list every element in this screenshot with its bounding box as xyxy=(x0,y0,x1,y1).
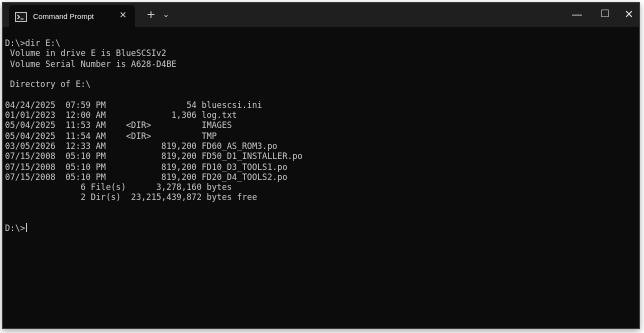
terminal-line: D:\>dir E:\ xyxy=(5,38,61,48)
text-cursor xyxy=(26,223,28,233)
close-window-button[interactable]: ✕ xyxy=(615,5,643,25)
tab-title: Command Prompt xyxy=(33,11,94,21)
terminal-line: Directory of E:\ xyxy=(5,79,91,90)
terminal-output[interactable]: D:\>dir E:\ Volume in drive E is BlueSCS… xyxy=(3,27,639,328)
new-tab-button[interactable]: + xyxy=(143,7,159,23)
terminal-line: 6 File(s) 3,278,160 bytes xyxy=(5,182,232,193)
terminal-icon xyxy=(15,10,27,22)
minimize-button[interactable]: — xyxy=(563,5,591,25)
tab-command-prompt[interactable]: Command Prompt ✕ xyxy=(9,5,135,27)
terminal-line: 03/05/2026 12:33 AM 819,200 FD60_AS_ROM3… xyxy=(5,140,278,151)
close-icon[interactable]: ✕ xyxy=(117,10,129,22)
prompt: D:\> xyxy=(5,223,26,234)
terminal-window: Command Prompt ✕ + ⌄ — ☐ ✕ D:\>dir E:\ V… xyxy=(2,2,640,329)
terminal-line: 05/04/2025 11:53 AM <DIR> IMAGES xyxy=(5,120,232,131)
terminal-line: 04/24/2025 07:59 PM 54 bluescsi.ini xyxy=(5,99,263,110)
terminal-line: 01/01/2023 12:00 AM 1,306 log.txt xyxy=(5,110,237,121)
terminal-line: Volume in drive E is BlueSCSIv2 xyxy=(5,48,167,59)
terminal-line: 07/15/2008 05:10 PM 819,200 FD10_D3_TOOL… xyxy=(5,161,288,172)
chevron-down-icon[interactable]: ⌄ xyxy=(158,7,174,23)
terminal-line: 07/15/2008 05:10 PM 819,200 FD50_D1_INST… xyxy=(5,151,303,162)
title-bar[interactable]: Command Prompt ✕ + ⌄ — ☐ ✕ xyxy=(3,3,639,27)
terminal-line: 07/15/2008 05:10 PM 819,200 FD20_D4_TOOL… xyxy=(5,171,288,182)
terminal-line: 05/04/2025 11:54 AM <DIR> TMP xyxy=(5,130,217,141)
scrollbar[interactable] xyxy=(634,33,637,323)
prompt-line[interactable]: D:\> xyxy=(5,223,639,233)
terminal-line: Volume Serial Number is A628-D4BE xyxy=(5,58,177,69)
terminal-line: 2 Dir(s) 23,215,439,872 bytes free xyxy=(5,192,258,203)
